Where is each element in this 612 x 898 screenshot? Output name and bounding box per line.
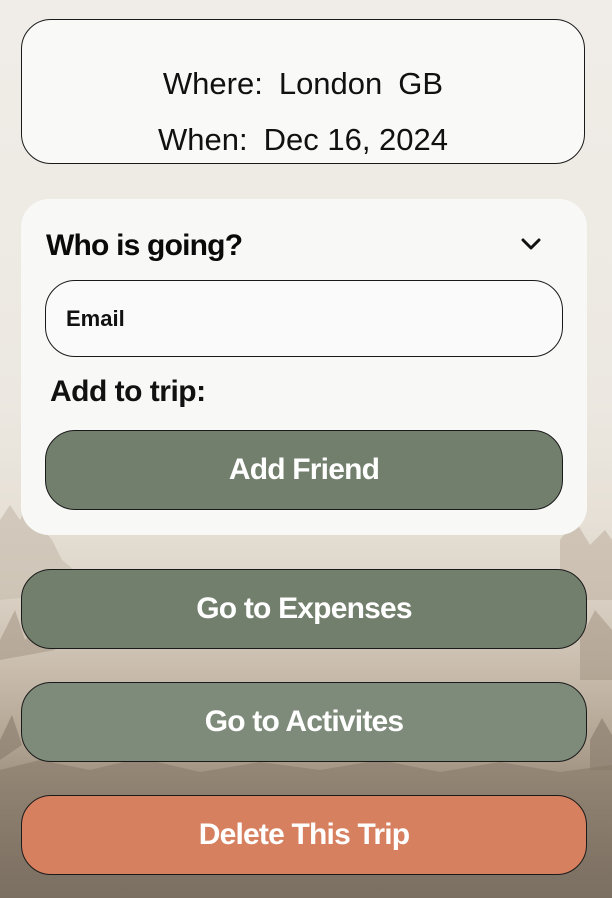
where-country: GB <box>398 66 444 101</box>
add-to-trip-label: Add to trip: <box>50 375 206 408</box>
email-input[interactable] <box>45 280 563 357</box>
chevron-down-icon[interactable] <box>521 237 541 251</box>
when-label: When: <box>157 122 248 157</box>
go-to-activities-button[interactable]: Go to Activites <box>21 682 587 762</box>
delete-trip-button[interactable]: Delete This Trip <box>21 795 587 875</box>
when-line: When: Dec 16, 2024 <box>22 122 584 158</box>
trip-info-card: Where: London GB When: Dec 16, 2024 <box>21 19 585 164</box>
add-friend-button[interactable]: Add Friend <box>45 430 563 510</box>
panel-title: Who is going? <box>46 229 243 262</box>
where-line: Where: London GB <box>22 66 584 102</box>
where-label: Where: <box>162 66 263 101</box>
where-city: London <box>278 66 383 101</box>
who-is-going-panel: Who is going? Add to trip: Add Friend <box>21 199 587 535</box>
when-date: Dec 16, 2024 <box>263 122 449 157</box>
go-to-expenses-button[interactable]: Go to Expenses <box>21 569 587 649</box>
